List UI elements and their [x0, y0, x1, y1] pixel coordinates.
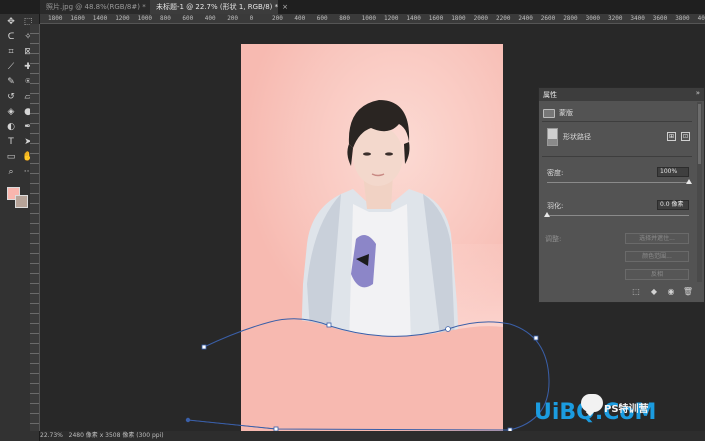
horizontal-ruler: 1800 1600 1400 1200 1000 800 600 400 200 0 200 400 6… [40, 14, 705, 24]
panel-footer: ⬚ ◆ ◉ 🗑 [539, 286, 704, 300]
ruler-tick-label: 800 [339, 15, 351, 22]
background-color-swatch[interactable] [15, 195, 28, 208]
mask-icon [543, 108, 555, 118]
path-handle [185, 417, 191, 423]
collapse-icon[interactable]: » [696, 89, 700, 97]
ruler-tick-label: 1200 [384, 15, 399, 22]
panel-header: 属性 » [539, 88, 704, 101]
ruler-tick-label: 2000 [473, 15, 489, 22]
select-mask-icon[interactable]: ⊞ [667, 132, 676, 141]
feather-input[interactable]: 0.0 像素 [657, 200, 689, 210]
ruler-tick-label: 2600 [540, 15, 556, 22]
ruler-tick-label: 600 [316, 15, 328, 22]
select-and-mask-button[interactable]: 选择并遮住... [625, 233, 689, 244]
ruler-tick-label: 800 [160, 15, 171, 22]
wave-shape-layer[interactable] [241, 44, 503, 431]
document-canvas[interactable] [241, 44, 503, 431]
ruler-tick-label: 400 [204, 15, 216, 22]
history-brush-tool-icon[interactable]: ↺ [4, 91, 18, 103]
move-tool-icon[interactable]: ✥ [4, 16, 18, 28]
feather-label: 羽化: [547, 202, 564, 210]
vector-mask-row[interactable]: 形状路径 ⊞ ⊡ [545, 128, 695, 146]
ruler-tick-label: 3000 [585, 15, 601, 22]
mask-section-header: 蒙版 [543, 108, 573, 118]
ruler-tick-label: 1400 [92, 15, 108, 22]
tab-photo-document[interactable]: 照片.jpg @ 48.8%(RGB/8#) *× [40, 0, 156, 14]
ruler-tick-label: 400 [294, 15, 306, 22]
ruler-tick-label: 1800 [48, 15, 63, 22]
ruler-tick-label: 0 [249, 15, 254, 22]
document-info: 2480 像素 x 3508 像素 (300 ppi) [68, 432, 164, 439]
vector-mask-thumbnail[interactable] [547, 128, 558, 146]
divider [542, 121, 692, 122]
status-bar: 22.73% 2480 像素 x 3508 像素 (300 ppi) [40, 431, 705, 441]
ruler-tick-label: 2400 [518, 15, 533, 22]
tab-label: 未标题-1 @ 22.7% (形状 1, RGB/8) * [156, 3, 279, 11]
feather-slider[interactable] [547, 215, 689, 216]
density-slider[interactable] [547, 182, 689, 183]
path-anchor [201, 344, 207, 350]
visibility-eye-icon[interactable]: ◉ [665, 286, 677, 298]
shape-tool-icon[interactable]: ▭ [4, 151, 18, 163]
load-selection-icon[interactable]: ⬚ [630, 286, 642, 298]
mask-label: 蒙版 [559, 109, 573, 117]
dodge-tool-icon[interactable]: ◐ [4, 121, 18, 133]
density-label: 密度: [547, 169, 564, 177]
ruler-tick-label: 1600 [428, 15, 444, 22]
brush-tool-icon[interactable]: ✎ [4, 76, 18, 88]
density-input[interactable]: 100% [657, 167, 689, 177]
properties-panel: 属性 » 蒙版 形状路径 ⊞ ⊡ 密度: 100% 羽化: 0.0 像素 调整:… [538, 87, 705, 303]
ruler-tick-label: 4000 [697, 15, 705, 22]
invert-button[interactable]: 反相 [625, 269, 689, 280]
lasso-tool-icon[interactable]: ᑕ [4, 31, 18, 43]
ruler-tick-label: 200 [272, 15, 283, 22]
feather-slider-thumb[interactable] [544, 212, 550, 217]
ruler-tick-label: 3400 [630, 15, 645, 22]
ruler-tick-label: 1400 [406, 15, 421, 22]
ruler-tick-label: 1000 [137, 15, 153, 22]
refine-label: 调整: [545, 235, 562, 243]
document-tab-bar: 照片.jpg @ 48.8%(RGB/8#) *× 未标题-1 @ 22.7% … [0, 0, 705, 14]
zoom-level[interactable]: 22.73% [40, 432, 63, 439]
eyedropper-tool-icon[interactable]: ⟋ [4, 61, 18, 73]
ruler-tick-label: 2800 [563, 15, 578, 22]
watermark-text: PS特训营 [604, 404, 649, 415]
chat-bubble-icon [581, 394, 603, 412]
vertical-ruler [30, 24, 40, 431]
zoom-tool-icon[interactable]: ⌕ [4, 166, 18, 178]
delete-trash-icon[interactable]: 🗑 [682, 286, 694, 298]
path-anchor [533, 335, 539, 341]
vector-mask-label: 形状路径 [563, 133, 591, 141]
add-vector-mask-icon[interactable]: ⊡ [681, 132, 690, 141]
close-icon[interactable]: × [282, 3, 288, 11]
ruler-tick-label: 3600 [652, 15, 668, 22]
density-slider-thumb[interactable] [686, 179, 692, 184]
apply-mask-icon[interactable]: ◆ [648, 286, 660, 298]
panel-scrollbar[interactable] [697, 102, 702, 282]
tab-untitled-document[interactable]: 未标题-1 @ 22.7% (形状 1, RGB/8) * × [150, 0, 288, 14]
ruler-tick-label: 2200 [496, 15, 511, 22]
divider [542, 156, 692, 157]
ruler-tick-label: 200 [227, 15, 239, 22]
ruler-tick-label: 1200 [115, 15, 130, 22]
ruler-tick-label: 1800 [451, 15, 466, 22]
paint-bucket-tool-icon[interactable]: ◈ [4, 106, 18, 118]
color-range-button[interactable]: 颜色范围... [625, 251, 689, 262]
ruler-tick-label: 1600 [70, 15, 85, 22]
ruler-tick-label: 3200 [608, 15, 623, 22]
type-tool-icon[interactable]: T [4, 136, 18, 148]
tab-label: 照片.jpg @ 48.8%(RGB/8#) * [46, 3, 146, 11]
ruler-tick-label: 600 [182, 15, 194, 22]
panel-title: 属性 [543, 91, 557, 99]
ruler-tick-label: 1000 [361, 15, 377, 22]
crop-tool-icon[interactable]: ⌗ [4, 46, 18, 58]
ruler-tick-label: 3800 [675, 15, 690, 22]
